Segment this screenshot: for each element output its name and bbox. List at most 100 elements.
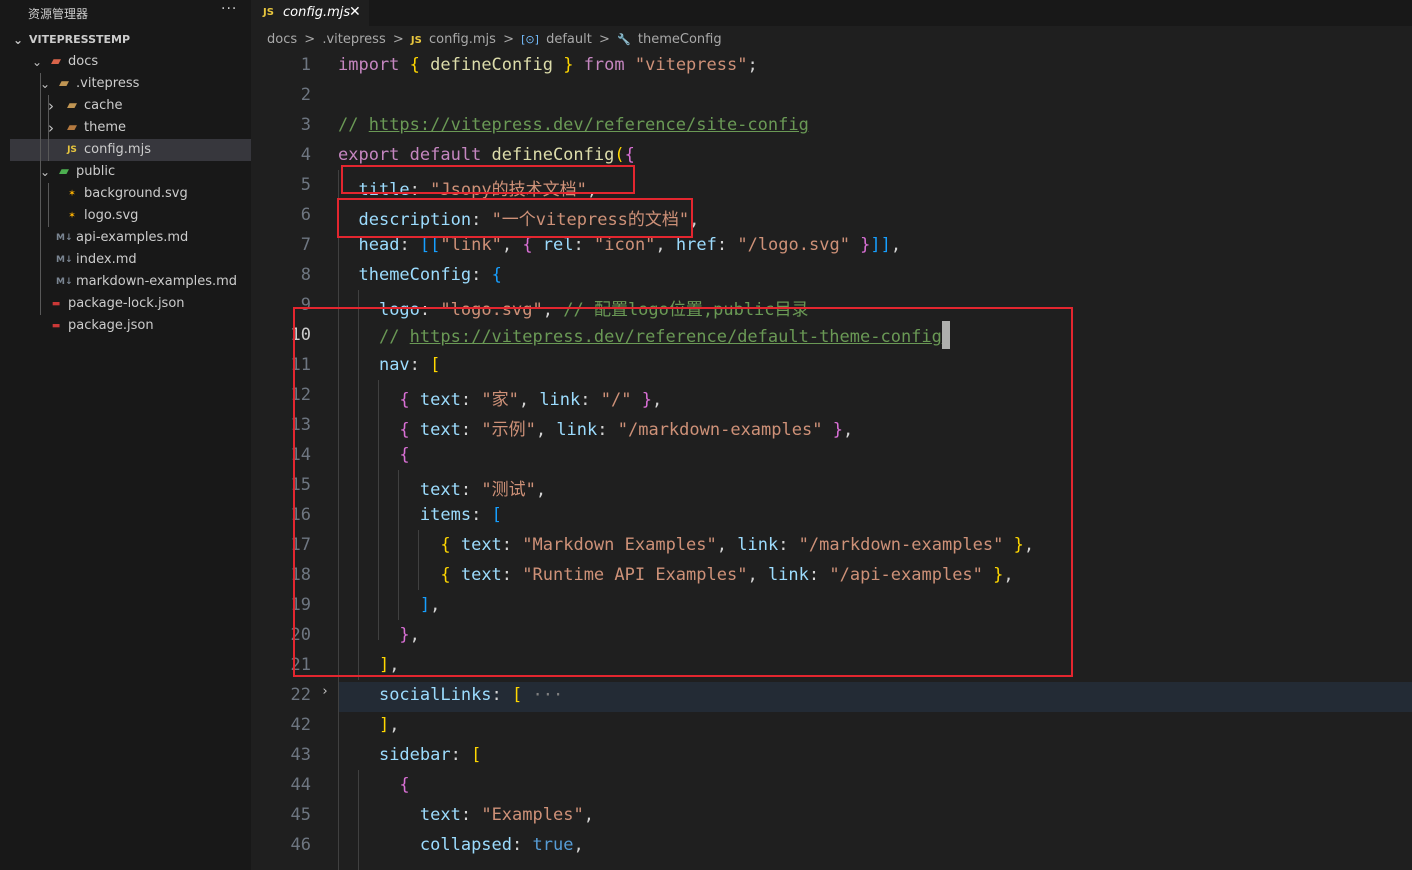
code-token: ]]: [870, 235, 891, 255]
breadcrumb-docs[interactable]: docs: [267, 32, 297, 47]
tree-item[interactable]: ✶ background.svg: [10, 183, 251, 205]
code-token: export default: [338, 145, 492, 165]
code-token: :: [460, 805, 482, 825]
tree-item-label: .vitepress: [76, 76, 140, 91]
tree-item[interactable]: › ▰ theme: [10, 117, 251, 139]
code-token: "/logo.svg": [737, 235, 850, 255]
tree-item[interactable]: ⌄ ▰ .vitepress: [10, 73, 251, 95]
code-token: true: [532, 835, 574, 855]
breadcrumb-default[interactable]: default: [546, 32, 592, 47]
line-number: 1: [300, 55, 311, 75]
breadcrumb-themeconfig[interactable]: themeConfig: [638, 32, 722, 47]
tree-item-label: api-examples.md: [76, 230, 189, 245]
breadcrumb-separator-icon: >: [392, 32, 404, 47]
tree-item-label: docs: [68, 54, 99, 69]
breadcrumb-config[interactable]: config.mjs: [429, 32, 496, 47]
tree-item-label: index.md: [76, 252, 137, 267]
tree-item[interactable]: ⌄ ▰ public: [10, 161, 251, 183]
code-token: [: [471, 745, 482, 765]
js-file-icon: JS: [263, 7, 274, 18]
chevron-down-icon: ⌄: [40, 165, 51, 179]
tree-item[interactable]: M↓ markdown-examples.md: [10, 271, 251, 293]
tree-item[interactable]: ✶ logo.svg: [10, 205, 251, 227]
tree-item[interactable]: M↓ api-examples.md: [10, 227, 251, 249]
code-token: :: [450, 745, 472, 765]
line-number: 8: [300, 265, 311, 285]
code-line[interactable]: 46 collapsed: true,: [251, 830, 1412, 860]
folder-icon: ▰: [67, 98, 77, 113]
code-line[interactable]: 1 import { defineConfig } from "vitepress…: [251, 50, 1412, 80]
code-token: defineConfig: [491, 145, 615, 165]
line-number: 46: [290, 835, 311, 855]
tab-bar: JS config.mjs ✕: [251, 0, 1412, 26]
line-number: 22: [290, 685, 311, 705]
code-text: sidebar: [: [338, 745, 481, 765]
code-line[interactable]: 2: [251, 80, 1412, 110]
npm-file-icon: ▬: [51, 321, 61, 331]
code-token: from: [583, 55, 635, 75]
explorer-sidebar: 资源管理器 ··· ⌄ VITEPRESSTEMP ⌄ ▰ docs ⌄ ▰ .vitep…: [10, 0, 251, 870]
indent-guide: [48, 95, 49, 161]
npm-file-icon: ▬: [51, 299, 61, 309]
code-text: ],: [338, 715, 400, 735]
breadcrumb-vitepress[interactable]: .vitepress: [322, 32, 385, 47]
tree-item[interactable]: ▬ package.json: [10, 315, 251, 337]
tab-config-mjs[interactable]: JS config.mjs ✕: [251, 0, 369, 26]
tree-item[interactable]: ⌄ ▰ docs: [10, 51, 251, 73]
tree-item[interactable]: M↓ index.md: [10, 249, 251, 271]
code-token: href: [675, 235, 717, 255]
workspace-root[interactable]: ⌄ VITEPRESSTEMP: [10, 29, 251, 51]
code-token: "Examples": [481, 805, 584, 825]
fold-expand-icon[interactable]: ›: [321, 684, 329, 699]
annotation-box-title: [341, 165, 635, 194]
code-line[interactable]: 45 text: "Examples",: [251, 800, 1412, 830]
line-number: 6: [300, 205, 311, 225]
code-token: :: [573, 235, 594, 255]
code-token: text: [419, 805, 461, 825]
indent-guide: [358, 770, 359, 870]
code-token: :: [399, 235, 420, 255]
code-token: defineConfig: [430, 55, 553, 75]
code-token: rel: [542, 235, 574, 255]
code-line[interactable]: 8 themeConfig: {: [251, 260, 1412, 290]
code-token: import: [338, 55, 410, 75]
tree-item[interactable]: › ▰ cache: [10, 95, 251, 117]
code-token: collapsed: [419, 835, 513, 855]
folder-public-icon: ▰: [59, 164, 69, 179]
code-line[interactable]: 22 › socialLinks: [ ···: [251, 680, 1412, 710]
line-number: 5: [300, 175, 311, 195]
folder-docs-icon: ▰: [51, 54, 61, 69]
line-number: 7: [300, 235, 311, 255]
code-token: "vitepress": [634, 55, 748, 75]
code-token: ]: [378, 715, 390, 735]
activity-bar: [0, 0, 10, 870]
chevron-down-icon: ⌄: [40, 77, 51, 91]
close-icon[interactable]: ✕: [349, 4, 361, 20]
code-line[interactable]: 43 sidebar: [: [251, 740, 1412, 770]
indent-guide: [338, 710, 339, 870]
line-number: 3: [300, 115, 311, 135]
code-text: head: [["link", { rel: "icon", href: "/l…: [338, 235, 901, 255]
code-token: ,: [389, 715, 400, 735]
markdown-file-icon: M↓: [56, 277, 73, 287]
line-number: 43: [290, 745, 311, 765]
breadcrumb: docs > .vitepress > JS config.mjs > [⊙] …: [267, 32, 725, 50]
code-text: text: "Examples",: [338, 805, 594, 825]
tree-item-label: cache: [84, 98, 123, 113]
code-line[interactable]: 3 // https://vitepress.dev/reference/site…: [251, 110, 1412, 140]
code-line[interactable]: 44 {: [251, 770, 1412, 800]
code-token: (: [614, 145, 625, 165]
code-token: }: [552, 55, 584, 75]
line-number: 2: [300, 85, 311, 105]
more-actions-icon[interactable]: ···: [221, 1, 237, 17]
indent-guide: [48, 183, 49, 227]
folder-theme-icon: ▰: [67, 120, 77, 135]
explorer-title: 资源管理器: [28, 7, 89, 21]
code-token: "icon": [594, 235, 656, 255]
code-line[interactable]: 42 ],: [251, 710, 1412, 740]
markdown-file-icon: M↓: [56, 233, 73, 243]
tree-item[interactable]: ▬ package-lock.json: [10, 293, 251, 315]
tree-item[interactable]: JS config.mjs: [10, 139, 251, 161]
